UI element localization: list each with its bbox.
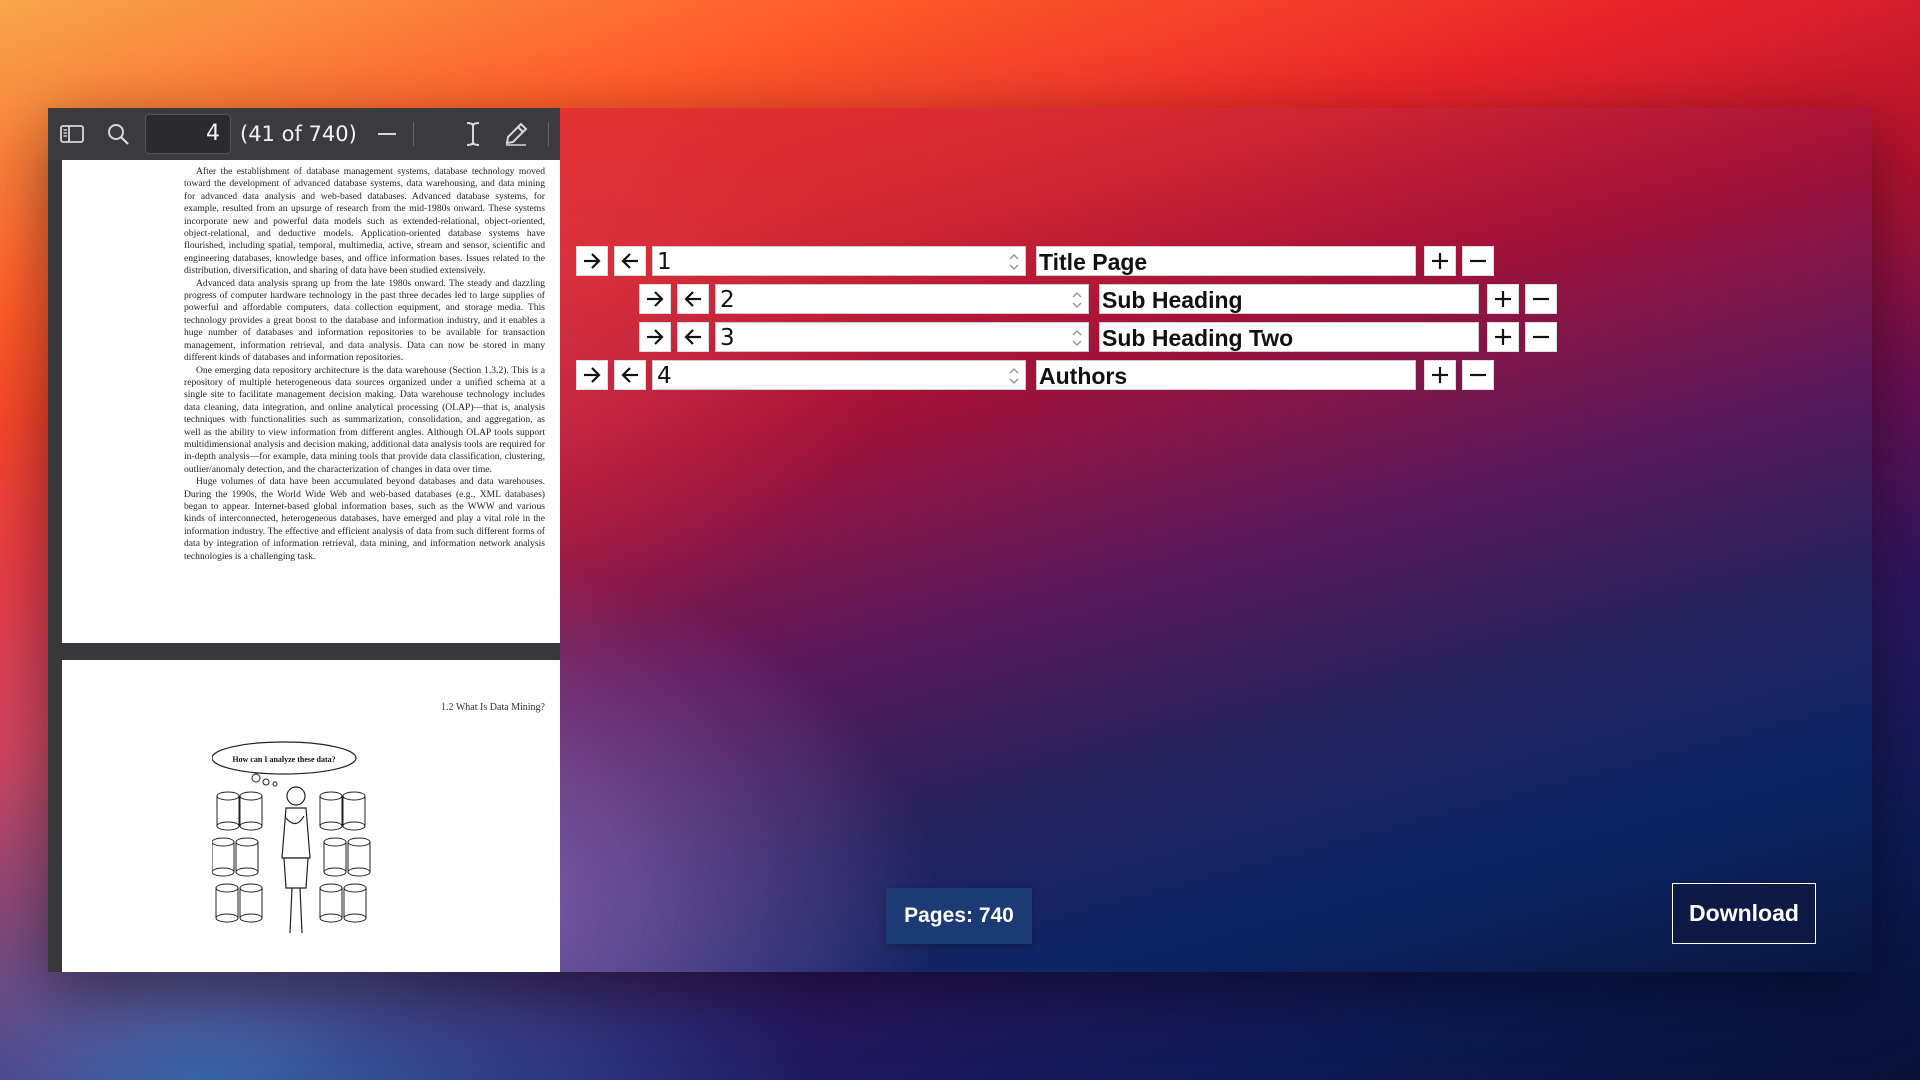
page-number-field[interactable]: 3: [715, 322, 1089, 352]
outline-row: 4 Authors: [576, 360, 1548, 390]
pdf-paragraph: Huge volumes of data have been accumulat…: [184, 476, 545, 562]
remove-button[interactable]: [1462, 360, 1494, 390]
title-field[interactable]: Title Page: [1036, 246, 1416, 276]
arrow-right-icon: [647, 329, 664, 345]
indent-button[interactable]: [639, 322, 671, 352]
data-mining-illustration: How can I analyze these data?: [212, 741, 371, 934]
page-number-field[interactable]: 4: [652, 360, 1026, 390]
pdf-paragraph: Advanced data analysis sprang up from th…: [184, 277, 545, 364]
spinner-icon[interactable]: [1070, 326, 1084, 350]
add-button[interactable]: [1424, 246, 1456, 276]
toolbar-divider: [548, 122, 549, 146]
title-field[interactable]: Sub Heading Two: [1099, 322, 1479, 352]
minus-icon: [1470, 373, 1486, 377]
viewer-toolbar: 4 (41 of 740): [48, 108, 560, 161]
minus-icon: [1533, 297, 1549, 301]
app-window: 4 (41 of 740) After the establishment of…: [48, 108, 1872, 972]
pdf-paragraph: One emerging data repository architectur…: [184, 364, 545, 475]
add-button[interactable]: [1487, 322, 1519, 352]
outdent-button[interactable]: [677, 284, 709, 314]
page-number-input[interactable]: 4: [145, 114, 231, 154]
title-field[interactable]: Authors: [1036, 360, 1416, 390]
arrow-left-icon: [684, 329, 701, 345]
add-button[interactable]: [1487, 284, 1519, 314]
pdf-viewer: 4 (41 of 740) After the establishment of…: [48, 108, 560, 972]
indent-button[interactable]: [576, 246, 608, 276]
page-number-value: 2: [720, 287, 735, 313]
spinner-icon[interactable]: [1070, 288, 1084, 312]
plus-icon: [1432, 367, 1448, 383]
page-number-field[interactable]: 1: [652, 246, 1026, 276]
pdf-page: 1.2 What Is Data Mining? How can I analy…: [62, 660, 560, 972]
pdf-body-text: After the establishment of database mana…: [184, 166, 545, 563]
plus-icon: [1432, 253, 1448, 269]
page-number-field[interactable]: 2: [715, 284, 1089, 314]
remove-button[interactable]: [1525, 322, 1557, 352]
download-button[interactable]: Download: [1672, 883, 1816, 944]
plus-icon: [1495, 329, 1511, 345]
pages-count-badge: Pages: 740: [886, 888, 1032, 944]
arrow-left-icon: [621, 253, 638, 269]
arrow-left-icon: [684, 291, 701, 307]
page-count-label: (41 of 740): [240, 122, 357, 146]
outline-row: 2 Sub Heading: [639, 284, 1611, 314]
page-number-value: 1: [657, 249, 672, 275]
sidebar-toggle-icon[interactable]: [58, 120, 86, 148]
pdf-page: After the establishment of database mana…: [62, 160, 560, 643]
pen-icon[interactable]: [502, 120, 530, 148]
arrow-right-icon: [584, 253, 601, 269]
remove-button[interactable]: [1525, 284, 1557, 314]
outdent-button[interactable]: [614, 360, 646, 390]
pdf-pages-area[interactable]: After the establishment of database mana…: [48, 160, 560, 972]
page-number-value: 4: [657, 363, 672, 389]
spinner-icon[interactable]: [1007, 364, 1021, 388]
zoom-out-icon[interactable]: [373, 120, 401, 148]
minus-icon: [1470, 259, 1486, 263]
spinner-icon[interactable]: [1007, 250, 1021, 274]
search-icon[interactable]: [104, 120, 132, 148]
indent-button[interactable]: [576, 360, 608, 390]
indent-button[interactable]: [639, 284, 671, 314]
running-head: 1.2 What Is Data Mining?: [441, 702, 545, 713]
plus-icon: [1495, 291, 1511, 307]
minus-icon: [1533, 335, 1549, 339]
page-number-value: 3: [720, 325, 735, 351]
outline-row: 1 Title Page: [576, 246, 1548, 276]
arrow-left-icon: [621, 367, 638, 383]
outdent-button[interactable]: [677, 322, 709, 352]
outline-row: 3 Sub Heading Two: [639, 322, 1611, 352]
thought-bubble-text: How can I analyze these data?: [232, 755, 335, 764]
arrow-right-icon: [647, 291, 664, 307]
arrow-right-icon: [584, 367, 601, 383]
pdf-paragraph: After the establishment of database mana…: [184, 166, 545, 277]
title-field[interactable]: Sub Heading: [1099, 284, 1479, 314]
text-cursor-icon[interactable]: [459, 120, 487, 148]
outdent-button[interactable]: [614, 246, 646, 276]
toolbar-divider: [413, 122, 414, 146]
add-button[interactable]: [1424, 360, 1456, 390]
remove-button[interactable]: [1462, 246, 1494, 276]
